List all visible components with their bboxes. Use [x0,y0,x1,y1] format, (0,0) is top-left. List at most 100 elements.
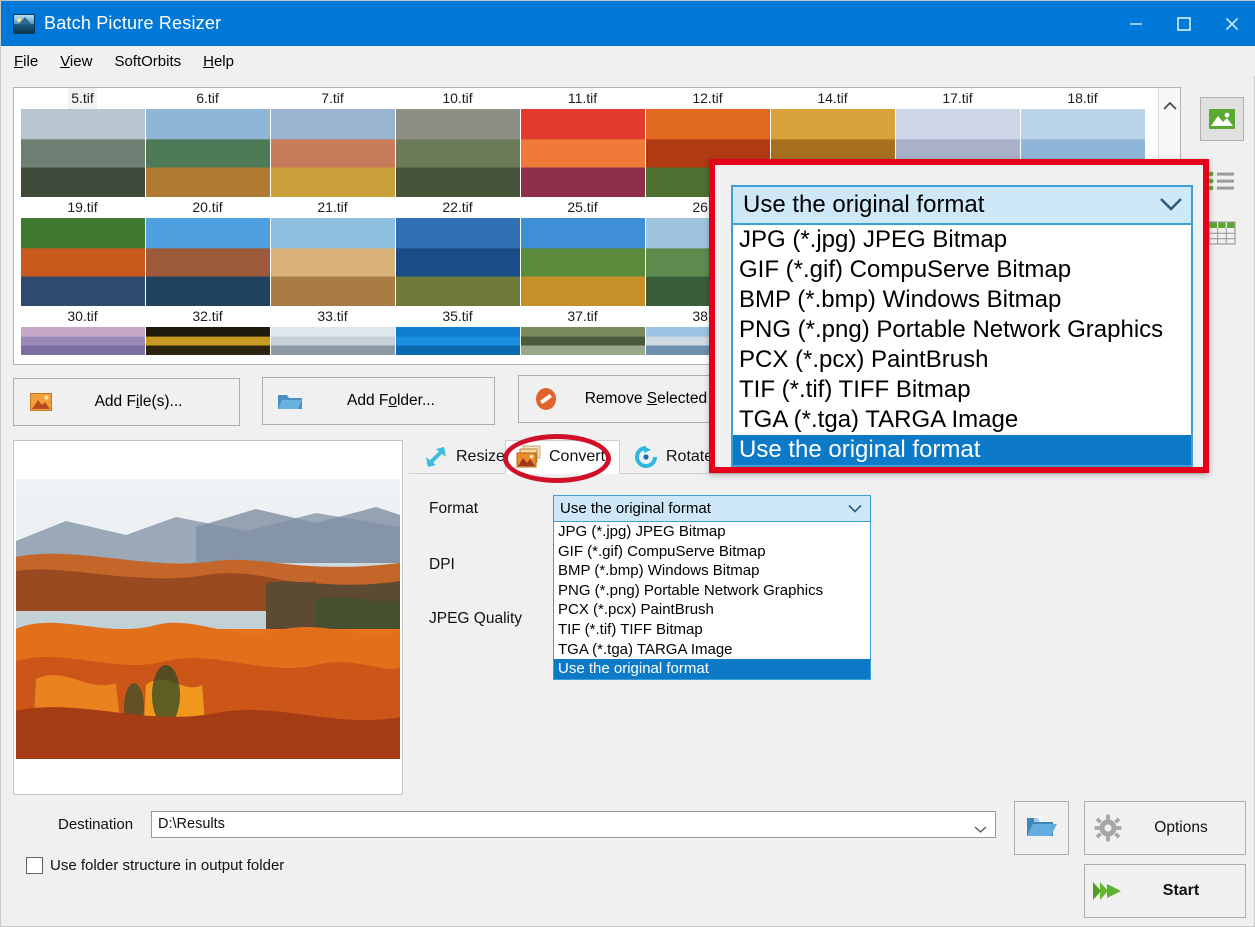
no-entry-icon [531,387,561,411]
use-folder-structure-label: Use folder structure in output folder [50,857,284,874]
preview-pane [13,440,403,795]
format-option[interactable]: JPG (*.jpg) JPEG Bitmap [554,522,870,542]
thumbnail-image[interactable] [146,218,270,306]
menu-help[interactable]: Help [200,51,237,72]
thumbnail-item[interactable]: 21.tif [270,197,395,306]
format-option[interactable]: TIF (*.tif) TIFF Bitmap [733,375,1191,405]
start-label: Start [1131,882,1245,900]
format-option[interactable]: TGA (*.tga) TARGA Image [733,405,1191,435]
add-image-icon [26,393,56,411]
thumbnail-image[interactable] [21,218,145,306]
chevron-down-icon [1159,191,1183,219]
thumbnail-item[interactable]: 7.tif [270,88,395,197]
format-option[interactable]: PNG (*.png) Portable Network Graphics [733,315,1191,345]
thumbnail-item[interactable]: 6.tif [145,88,270,197]
thumbnail-image[interactable] [521,109,645,197]
thumbnail-view-button[interactable] [1200,97,1244,141]
app-icon [13,14,35,34]
tab-convert[interactable]: Convert [505,440,620,474]
thumbnail-image[interactable] [396,109,520,197]
format-option[interactable]: BMP (*.bmp) Windows Bitmap [733,285,1191,315]
folder-icon [275,391,305,411]
thumbnail-image[interactable] [396,327,520,355]
thumbnail-image[interactable] [271,218,395,306]
thumbnail-label: 17.tif [895,88,1020,109]
thumbnail-label: 37.tif [520,306,645,327]
format-option[interactable]: PNG (*.png) Portable Network Graphics [554,581,870,601]
preview-image [16,479,400,759]
thumbnail-item[interactable]: 35.tif [395,306,520,355]
menu-file[interactable]: File [11,51,41,72]
add-folder-button[interactable]: Add Folder... [262,377,495,425]
format-option[interactable]: PCX (*.pcx) PaintBrush [554,600,870,620]
thumbnail-label: 20.tif [145,197,270,218]
menu-help-rest: elp [214,53,234,70]
thumbnail-label: 10.tif [395,88,520,109]
menu-view[interactable]: View [57,51,95,72]
close-icon[interactable] [1208,1,1255,46]
thumbnail-item[interactable]: 11.tif [520,88,645,197]
format-label: Format [429,500,478,518]
tab-resize[interactable]: Resize [413,440,515,474]
thumbnail-label: 33.tif [270,306,395,327]
format-option[interactable]: Use the original format [554,659,870,679]
options-button[interactable]: Options [1084,801,1246,855]
open-folder-icon [1026,813,1058,844]
format-combo-list[interactable]: JPG (*.jpg) JPEG BitmapGIF (*.gif) Compu… [553,522,871,680]
format-option[interactable]: GIF (*.gif) CompuServe Bitmap [554,542,870,562]
browse-folder-button[interactable] [1014,801,1069,855]
thumbnail-label: 21.tif [270,197,395,218]
thumbnail-image[interactable] [521,218,645,306]
maximize-icon[interactable] [1160,1,1208,46]
image-thumbnail-icon [1208,108,1236,130]
format-option[interactable]: TIF (*.tif) TIFF Bitmap [554,620,870,640]
thumbnail-item[interactable]: 25.tif [520,197,645,306]
thumbnail-image[interactable] [146,109,270,197]
thumbnail-label: 19.tif [20,197,145,218]
format-combo-header[interactable]: Use the original format [553,495,871,522]
dpi-label: DPI [429,556,455,574]
thumbnail-image[interactable] [271,327,395,355]
thumbnail-image[interactable] [21,327,145,355]
thumbnail-label: 5.tif [68,88,97,109]
thumbnail-image[interactable] [396,218,520,306]
zoom-callout-format-dropdown: Use the original format JPG (*.jpg) JPEG… [709,159,1209,473]
chevron-down-icon[interactable] [974,818,987,843]
use-folder-structure-checkbox-row[interactable]: Use folder structure in output folder [26,857,284,874]
thumbnail-item[interactable]: 10.tif [395,88,520,197]
chevron-up-icon[interactable] [1159,88,1181,124]
thumbnail-item[interactable]: 19.tif [20,197,145,306]
title-bar: Batch Picture Resizer [1,1,1255,46]
destination-input[interactable]: D:\Results [151,811,996,838]
options-label: Options [1131,819,1245,837]
thumbnail-item[interactable]: 30.tif [20,306,145,355]
thumbnail-item[interactable]: 37.tif [520,306,645,355]
minimize-icon[interactable] [1112,1,1160,46]
rotate-icon [633,444,659,470]
thumbnail-image[interactable] [521,327,645,355]
start-button[interactable]: Start [1084,864,1246,918]
thumbnail-image[interactable] [21,109,145,197]
format-option[interactable]: Use the original format [733,435,1191,465]
convert-tab-panel: Format DPI JPEG Quality Use the original… [409,474,1205,794]
use-folder-structure-checkbox[interactable] [26,857,43,874]
destination-value: D:\Results [158,816,225,832]
menu-softorbits[interactable]: SoftOrbits [111,51,184,72]
tab-rotate-label: Rotate [666,448,713,466]
jpeg-quality-label: JPEG Quality [429,610,522,628]
add-files-button[interactable]: Add File(s)... [13,378,240,426]
format-option[interactable]: GIF (*.gif) CompuServe Bitmap [733,255,1191,285]
thumbnail-item[interactable]: 22.tif [395,197,520,306]
thumbnail-image[interactable] [146,327,270,355]
thumbnail-image[interactable] [271,109,395,197]
format-option[interactable]: JPG (*.jpg) JPEG Bitmap [733,225,1191,255]
thumbnail-item[interactable]: 33.tif [270,306,395,355]
callout-combo-list[interactable]: JPG (*.jpg) JPEG BitmapGIF (*.gif) Compu… [731,225,1193,467]
thumbnail-item[interactable]: 32.tif [145,306,270,355]
callout-combo-header[interactable]: Use the original format [731,185,1193,225]
format-option[interactable]: BMP (*.bmp) Windows Bitmap [554,561,870,581]
format-option[interactable]: PCX (*.pcx) PaintBrush [733,345,1191,375]
thumbnail-item[interactable]: 20.tif [145,197,270,306]
thumbnail-item[interactable]: 5.tif [20,88,145,197]
format-option[interactable]: TGA (*.tga) TARGA Image [554,640,870,660]
